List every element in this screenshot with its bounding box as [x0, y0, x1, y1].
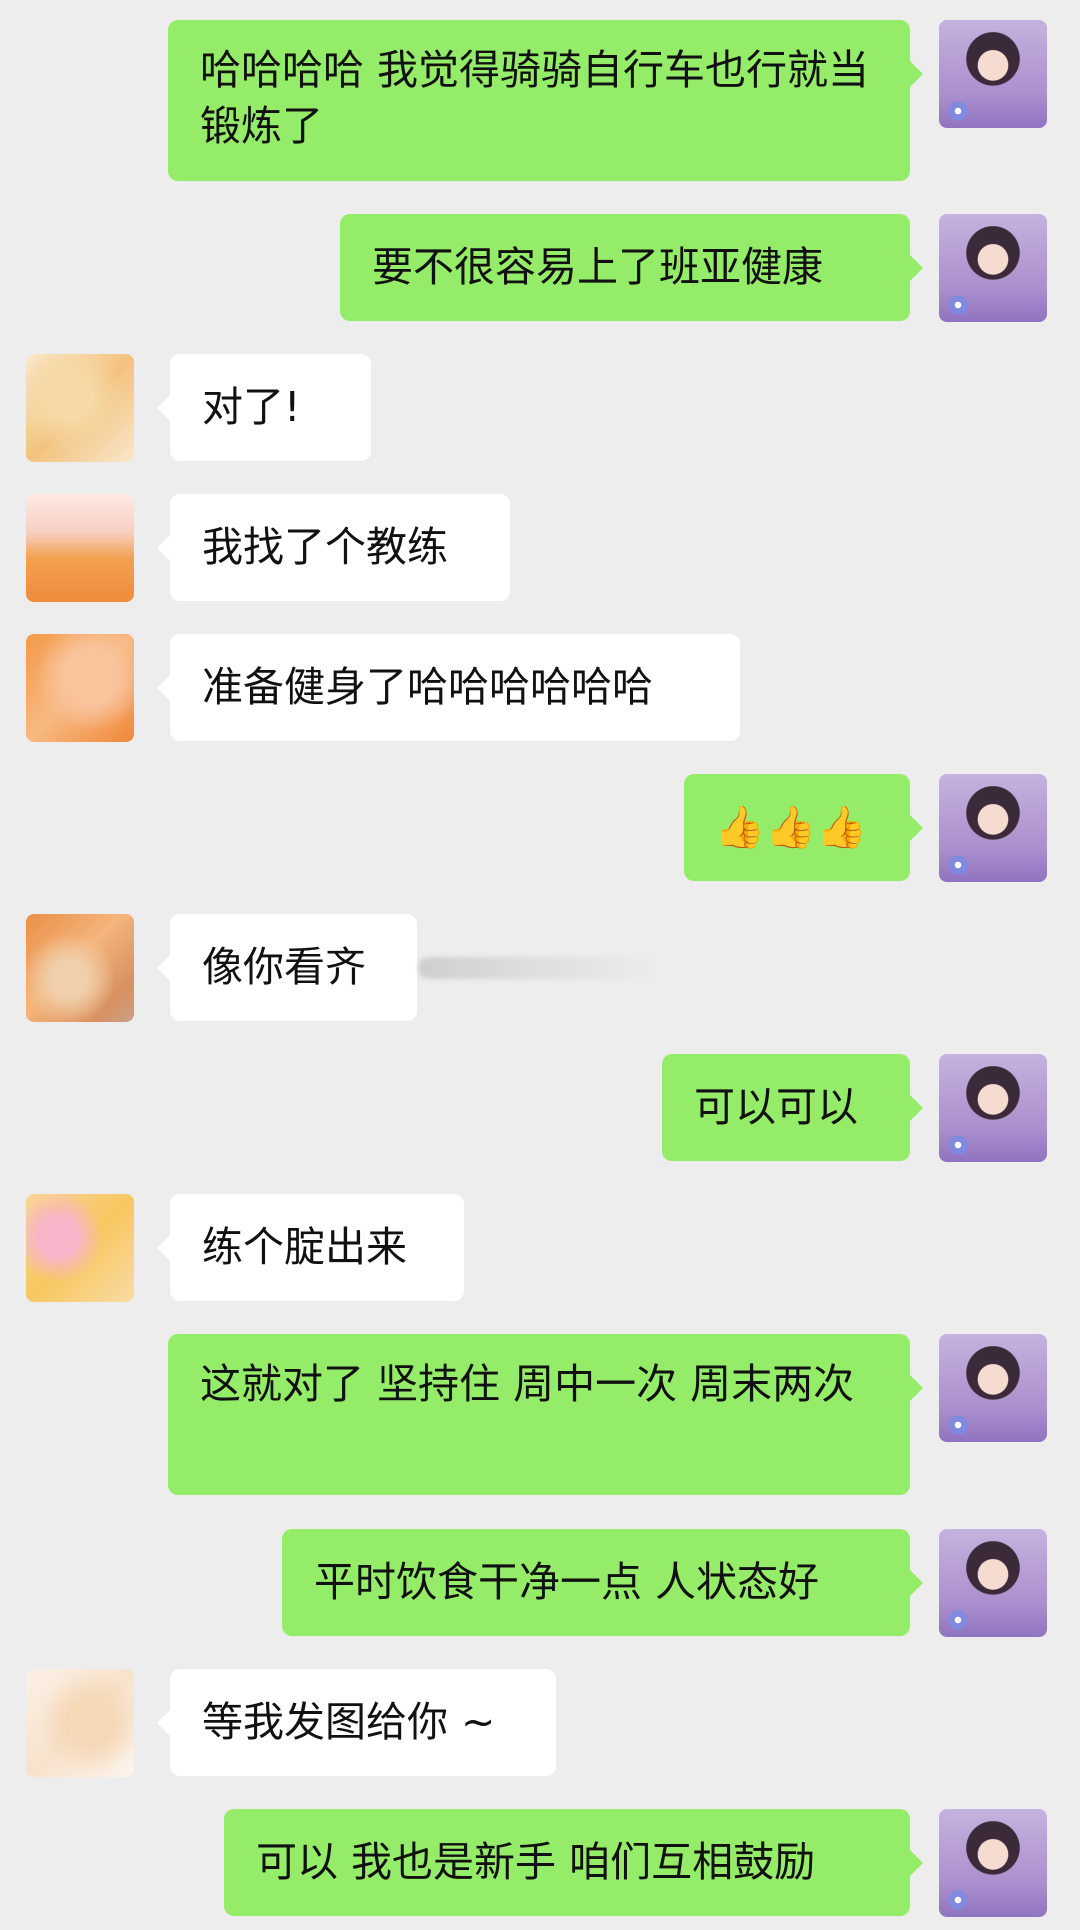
user-avatar[interactable]: [939, 1054, 1047, 1162]
user-avatar[interactable]: [939, 214, 1047, 322]
message-bubble[interactable]: 等我发图给你 ~: [157, 1669, 556, 1776]
message-bubble[interactable]: 这就对了 坚持住 周中一次 周末两次: [168, 1334, 923, 1495]
message-bubble[interactable]: 可以可以: [662, 1054, 923, 1161]
contact-avatar[interactable]: [26, 354, 134, 462]
message-bubble[interactable]: 👍👍👍: [684, 774, 923, 881]
user-avatar[interactable]: [939, 1809, 1047, 1917]
message-bubble[interactable]: 对了!: [157, 354, 371, 461]
message-bubble[interactable]: 哈哈哈哈 我觉得骑骑自行车也行就当锻炼了: [168, 20, 923, 181]
chat-message-list: 哈哈哈哈 我觉得骑骑自行车也行就当锻炼了 要不很容易上了班亚健康 对了! 我找了…: [0, 0, 1080, 1930]
message-bubble[interactable]: 要不很容易上了班亚健康: [340, 214, 923, 321]
contact-avatar[interactable]: [26, 1194, 134, 1302]
user-avatar[interactable]: [939, 1529, 1047, 1637]
user-avatar[interactable]: [939, 20, 1047, 128]
user-avatar[interactable]: [939, 1334, 1047, 1442]
message-bubble[interactable]: 我找了个教练: [157, 494, 510, 601]
message-bubble[interactable]: 准备健身了哈哈哈哈哈哈: [157, 634, 740, 741]
message-bubble[interactable]: 练个腚出来: [157, 1194, 464, 1301]
contact-avatar[interactable]: [26, 494, 134, 602]
contact-avatar[interactable]: [26, 914, 134, 1022]
user-avatar[interactable]: [939, 774, 1047, 882]
redacted-content: [418, 957, 662, 979]
contact-avatar[interactable]: [26, 634, 134, 742]
message-bubble[interactable]: 像你看齐: [157, 914, 417, 1021]
contact-avatar[interactable]: [26, 1669, 134, 1777]
message-bubble[interactable]: 平时饮食干净一点 人状态好: [282, 1529, 923, 1636]
message-bubble[interactable]: 可以 我也是新手 咱们互相鼓励: [224, 1809, 923, 1916]
